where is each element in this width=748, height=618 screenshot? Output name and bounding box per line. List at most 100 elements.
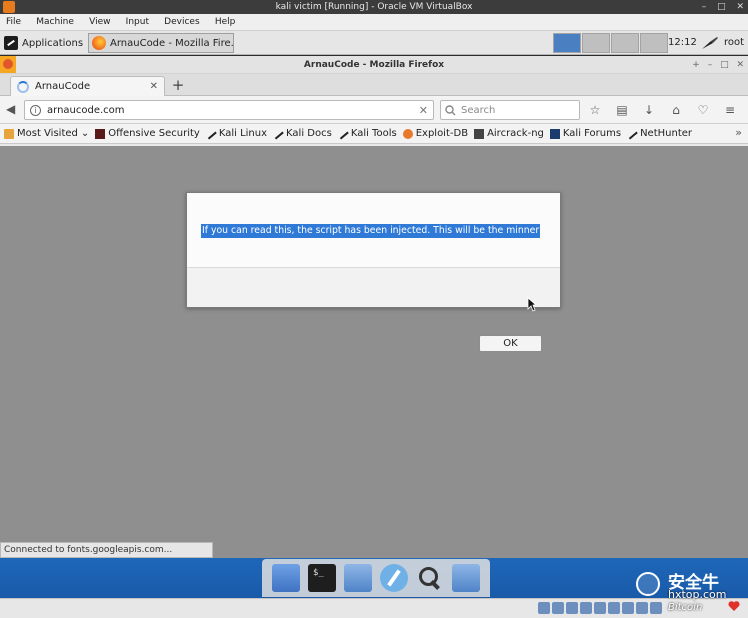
kali-forums-icon	[549, 128, 560, 139]
network-icon[interactable]	[580, 602, 592, 614]
kali-knife-icon	[702, 37, 718, 49]
folder-icon[interactable]	[452, 564, 480, 592]
bookmark-label: Aircrack-ng	[487, 128, 544, 139]
close-button[interactable]: ✕	[736, 0, 744, 14]
bookmark-nethunter[interactable]: NetHunter	[626, 127, 693, 140]
watermark-coin: Bitcoin	[668, 602, 703, 613]
cd-icon[interactable]	[552, 602, 564, 614]
bookmark-label: NetHunter	[640, 128, 693, 139]
download-icon[interactable]: ↓	[640, 101, 658, 119]
menu-input[interactable]: Input	[120, 14, 155, 31]
alert-dialog: If you can read this, the script has bee…	[186, 192, 561, 308]
bookmark-kali-forums[interactable]: Kali Forums	[549, 128, 622, 139]
menu-view[interactable]: View	[83, 14, 116, 31]
applications-menu-button[interactable]: Applications	[2, 33, 87, 53]
virtualbox-menubar: File Machine View Input Devices Help	[0, 14, 748, 31]
menu-devices[interactable]: Devices	[158, 14, 205, 31]
alert-ok-button[interactable]: OK	[479, 335, 542, 352]
bookmark-offensive-security[interactable]: Offensive Security	[95, 128, 200, 139]
usb-icon[interactable]	[594, 602, 606, 614]
search-icon[interactable]	[416, 564, 444, 592]
watermark-site: hxtop.com	[668, 588, 727, 601]
url-bar[interactable]: i arnaucode.com ✕	[24, 100, 434, 120]
home-icon[interactable]: ⌂	[667, 101, 685, 119]
kali-knife-icon	[626, 127, 638, 140]
bookmark-most-visited[interactable]: Most Visited ⌄	[4, 128, 89, 139]
firefox-titlebar: ArnauCode - Mozilla Firefox + – □ ✕	[0, 56, 748, 74]
bookmark-label: Exploit-DB	[415, 128, 469, 139]
bookmark-label: Kali Tools	[350, 128, 397, 139]
search-input[interactable]: Search	[461, 105, 495, 116]
workspace-1[interactable]	[553, 33, 581, 53]
taskbar-firefox-button[interactable]: ArnauCode - Mozilla Fire...	[88, 33, 234, 53]
maximize-button[interactable]: □	[717, 0, 726, 14]
bookmark-aircrack-ng[interactable]: Aircrack-ng	[474, 128, 544, 139]
menu-help[interactable]: Help	[209, 14, 242, 31]
folder-icon[interactable]	[344, 564, 372, 592]
workspace-4[interactable]	[640, 33, 668, 53]
bookmark-exploit-db[interactable]: Exploit-DB	[402, 128, 469, 139]
aircrack-icon	[474, 128, 485, 139]
watermark: 安全牛 hxtop.com Bitcoin	[634, 566, 748, 618]
new-tab-button[interactable]: +	[170, 74, 186, 96]
firefox-close-button[interactable]: ✕	[736, 60, 744, 70]
back-arrow-icon[interactable]: ◀	[6, 102, 15, 116]
offensive-security-icon	[95, 128, 106, 139]
star-icon[interactable]: ☆	[586, 101, 604, 119]
tab-close-icon[interactable]: ✕	[150, 81, 158, 92]
panel-clock[interactable]: 12:12	[668, 31, 697, 55]
loading-spinner-icon	[17, 80, 29, 93]
bookmarks-toolbar: Most Visited ⌄ Offensive Security Kali L…	[0, 124, 748, 144]
tab-arnaucode[interactable]: ArnauCode ✕	[10, 76, 165, 96]
wechat-logo-icon	[636, 572, 660, 596]
kali-knife-icon	[272, 127, 284, 140]
bookmarks-overflow-icon[interactable]: »	[735, 126, 742, 139]
firefox-up-button[interactable]: +	[692, 60, 700, 70]
audio-icon[interactable]	[566, 602, 578, 614]
firefox-maximize-button[interactable]: □	[720, 60, 729, 70]
bookmark-label: Most Visited	[17, 128, 78, 139]
bookmark-kali-docs[interactable]: Kali Docs	[272, 127, 332, 140]
firefox-icon	[92, 36, 106, 50]
menu-file[interactable]: File	[0, 14, 27, 31]
shared-folder-icon[interactable]	[608, 602, 620, 614]
heart-icon	[728, 601, 740, 611]
clear-url-icon[interactable]: ✕	[419, 104, 428, 117]
compass-icon[interactable]	[380, 564, 408, 592]
workspace-2[interactable]	[582, 33, 610, 53]
firefox-minimize-button[interactable]: –	[708, 60, 713, 70]
menu-machine[interactable]: Machine	[30, 14, 80, 31]
alert-message: If you can read this, the script has bee…	[201, 224, 541, 238]
taskbar-task-label: ArnauCode - Mozilla Fire...	[110, 37, 234, 49]
virtualbox-logo-icon	[3, 1, 15, 13]
terminal-icon[interactable]	[308, 564, 336, 592]
bookmark-kali-tools[interactable]: Kali Tools	[337, 127, 397, 140]
virtualbox-window-controls: – □ ✕	[694, 0, 744, 14]
url-input[interactable]: arnaucode.com	[47, 105, 413, 116]
files-icon[interactable]	[272, 564, 300, 592]
search-bar[interactable]: Search	[440, 100, 580, 120]
pocket-icon[interactable]: ♡	[694, 101, 712, 119]
mouse-cursor-icon	[527, 297, 537, 312]
bookmark-label: Kali Forums	[562, 128, 622, 139]
hdd-icon[interactable]	[538, 602, 550, 614]
navigation-bar: ◀ i arnaucode.com ✕ Search ☆ ▤ ↓ ⌂ ♡ ≡	[0, 96, 748, 124]
folder-icon	[4, 128, 14, 139]
bookmark-kali-linux[interactable]: Kali Linux	[205, 127, 267, 140]
site-info-icon[interactable]: i	[30, 104, 41, 116]
library-icon[interactable]: ▤	[613, 101, 631, 119]
firefox-window: ArnauCode - Mozilla Firefox + – □ ✕ Arna…	[0, 56, 748, 560]
firefox-window-title: ArnauCode - Mozilla Firefox	[303, 60, 445, 70]
minimize-button[interactable]: –	[702, 0, 707, 14]
status-bar: Connected to fonts.googleapis.com...	[0, 542, 213, 558]
display-icon[interactable]	[622, 602, 634, 614]
toolbar-icons: ☆ ▤ ↓ ⌂ ♡ ≡	[586, 101, 739, 119]
panel-user[interactable]: root	[724, 31, 744, 55]
workspace-3[interactable]	[611, 33, 639, 53]
menu-icon[interactable]: ≡	[721, 101, 739, 119]
kali-knife-icon	[205, 127, 217, 140]
tab-label: ArnauCode	[35, 81, 91, 92]
virtualbox-title: kali victim [Running] - Oracle VM Virtua…	[275, 2, 473, 12]
virtualbox-titlebar: kali victim [Running] - Oracle VM Virtua…	[0, 0, 748, 14]
firefox-window-controls: + – □ ✕	[687, 56, 744, 74]
